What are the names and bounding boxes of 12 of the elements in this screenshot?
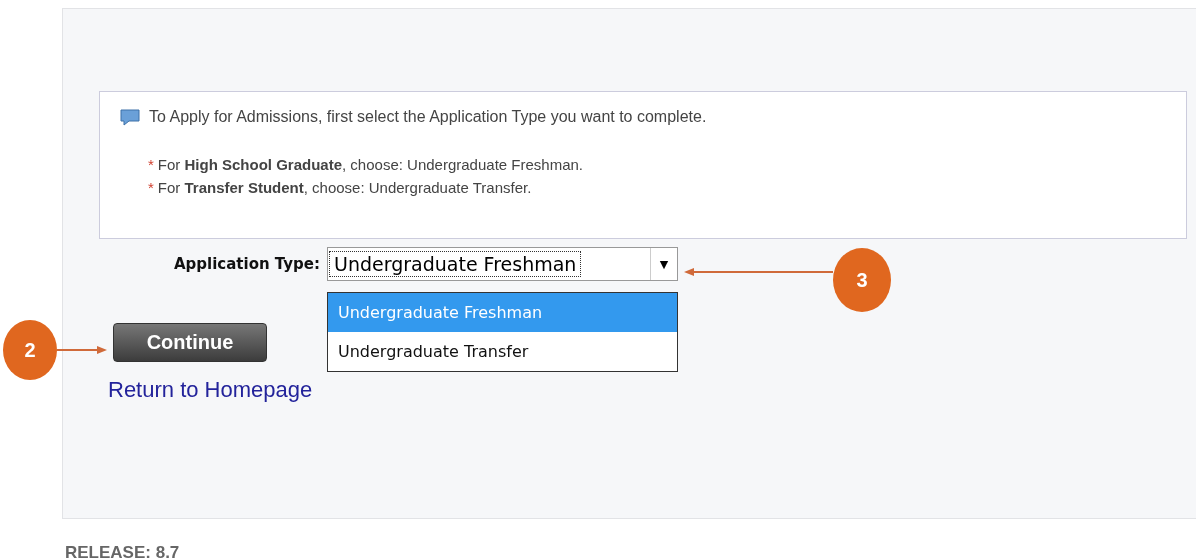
note-text: * For Transfer Student, choose: Undergraduate Transfer. xyxy=(148,179,533,196)
note-text: * For High School Graduate, choose: Undergraduate Freshman. xyxy=(148,156,584,173)
arrow xyxy=(57,345,107,355)
speech-bubble-icon xyxy=(120,108,140,126)
dropdown-option[interactable]: Undergraduate Transfer xyxy=(328,332,677,371)
instruction-text: To Apply for Admissions, first select the Application Type you want to complete. xyxy=(149,108,707,126)
application-type-select[interactable]: Undergraduate Freshman ▼ xyxy=(327,247,678,281)
step-badge: 2 xyxy=(3,320,57,380)
continue-button[interactable]: Continue xyxy=(113,323,267,362)
field-label: Application Type: xyxy=(172,255,320,273)
release-version: RELEASE: 8.7 xyxy=(65,543,180,559)
homepage-link[interactable]: Return to Homepage xyxy=(108,377,313,403)
